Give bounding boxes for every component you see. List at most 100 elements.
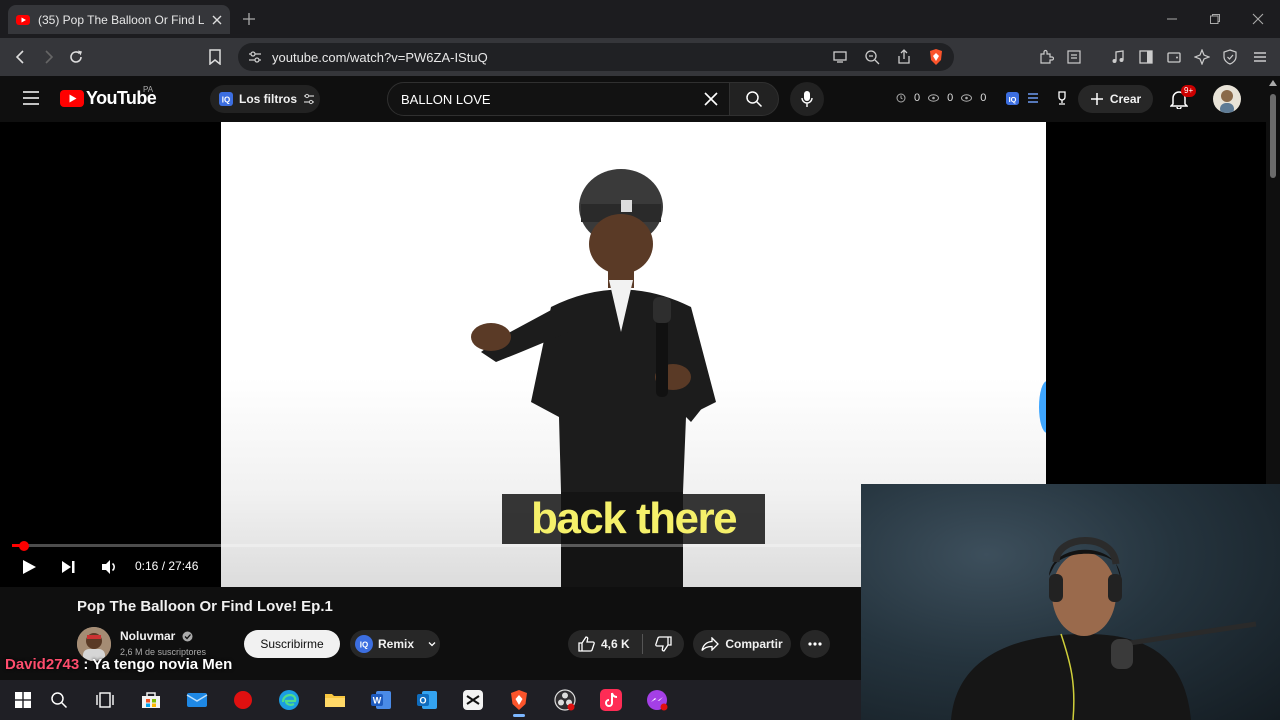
taskbar-file-explorer[interactable]: [312, 680, 358, 720]
thumbs-down-icon: [655, 636, 672, 652]
brave-shields-icon[interactable]: [928, 48, 944, 66]
account-avatar[interactable]: [1213, 85, 1241, 113]
dislike-button[interactable]: [643, 636, 684, 652]
address-bar[interactable]: youtube.com/watch?v=PW6ZA-IStuQ: [238, 43, 954, 71]
taskbar-messenger[interactable]: [634, 680, 680, 720]
taskbar-mail[interactable]: [174, 680, 220, 720]
forward-button[interactable]: [38, 47, 58, 67]
bookmark-icon[interactable]: [205, 47, 225, 67]
share-button[interactable]: Compartir: [693, 630, 791, 658]
list-icon[interactable]: [1027, 92, 1039, 104]
streamer-figure: [951, 537, 1257, 720]
taskbar-search-button[interactable]: [36, 680, 82, 720]
time-display: 0:16 / 27:46: [135, 559, 199, 573]
site-settings-icon[interactable]: [248, 50, 262, 64]
mail-icon: [186, 693, 208, 707]
webcam-overlay: [861, 484, 1280, 720]
floating-widget-edge: [1039, 381, 1046, 433]
cast-icon[interactable]: [832, 49, 848, 65]
remix-button[interactable]: IQ Remix: [350, 630, 440, 658]
like-button[interactable]: 4,6 K: [568, 636, 642, 652]
browser-tab[interactable]: (35) Pop The Balloon Or Find Lo: [8, 5, 230, 34]
play-button[interactable]: [20, 558, 38, 576]
youtube-header: YouTube PA IQ Los filtros BALLON LOVE 0 …: [0, 76, 1266, 122]
filters-button[interactable]: IQ Los filtros: [210, 85, 320, 113]
record-icon: [234, 691, 252, 709]
back-button[interactable]: [11, 47, 31, 67]
youtube-logo-icon[interactable]: [60, 90, 84, 107]
hamburger-menu-icon[interactable]: [22, 90, 40, 106]
task-view-button[interactable]: [82, 680, 128, 720]
browser-tab-title: (35) Pop The Balloon Or Find Lo: [38, 12, 204, 27]
reading-mode-icon[interactable]: [1064, 47, 1084, 67]
taskbar-capcut[interactable]: [450, 680, 496, 720]
zoom-icon[interactable]: [864, 49, 880, 65]
volume-button[interactable]: [100, 558, 118, 576]
create-button[interactable]: Crear: [1078, 85, 1153, 113]
extensions-icon[interactable]: [1036, 47, 1056, 67]
play-icon: [23, 560, 36, 574]
stat-value: 0: [980, 92, 987, 104]
task-view-icon: [96, 692, 114, 708]
svg-text:W: W: [373, 696, 382, 706]
remix-label: Remix: [378, 637, 415, 651]
stat-value: 0: [914, 92, 921, 104]
browser-tab-strip: (35) Pop The Balloon Or Find Lo: [0, 0, 1280, 38]
volume-icon: [102, 560, 115, 574]
word-icon: W: [371, 691, 391, 709]
next-button[interactable]: [60, 559, 76, 575]
new-tab-button[interactable]: [240, 10, 258, 28]
video-title: Pop The Balloon Or Find Love! Ep.1: [77, 598, 333, 615]
restore-button[interactable]: [1204, 8, 1226, 30]
close-icon[interactable]: [212, 15, 222, 25]
subscribe-button[interactable]: Suscribirme: [244, 630, 340, 658]
search-icon: [51, 692, 68, 709]
taskbar-recorder[interactable]: [220, 680, 266, 720]
close-window-button[interactable]: [1247, 8, 1269, 30]
scroll-up-icon[interactable]: [1269, 80, 1277, 86]
clock-icon: [896, 93, 906, 103]
chevron-down-icon: [427, 639, 437, 649]
menu-icon[interactable]: [1250, 47, 1270, 67]
windows-taskbar: W O: [0, 680, 861, 720]
taskbar-tiktok[interactable]: [588, 680, 634, 720]
media-icon[interactable]: [1108, 47, 1128, 67]
sidebar-icon[interactable]: [1136, 47, 1156, 67]
taskbar-word[interactable]: W: [358, 680, 404, 720]
taskbar-store[interactable]: [128, 680, 174, 720]
progress-scrubber[interactable]: [19, 541, 29, 551]
skip-next-icon: [62, 561, 75, 573]
search-query: BALLON LOVE: [401, 91, 491, 107]
microphone-icon: [800, 90, 814, 108]
share-page-icon[interactable]: [896, 49, 912, 65]
extension-iq-icon: IQ: [355, 635, 373, 653]
clear-search-icon[interactable]: [703, 91, 719, 107]
browser-toolbar: youtube.com/watch?v=PW6ZA-IStuQ: [0, 38, 1280, 76]
start-button[interactable]: [10, 680, 36, 720]
trophy-icon[interactable]: [1055, 91, 1069, 105]
taskbar-brave[interactable]: [496, 680, 542, 720]
scroll-thumb[interactable]: [1270, 94, 1276, 178]
windows-logo-icon: [15, 692, 31, 708]
voice-search-button[interactable]: [790, 82, 824, 116]
chat-username: David2743: [5, 656, 80, 673]
create-label: Crear: [1109, 92, 1142, 106]
extension-iq-icon[interactable]: IQ: [1006, 91, 1020, 105]
svg-text:O: O: [419, 696, 426, 706]
page-scrollbar[interactable]: [1266, 76, 1280, 484]
more-actions-button[interactable]: [800, 630, 830, 658]
wallet-icon[interactable]: [1164, 47, 1184, 67]
vpn-icon[interactable]: [1220, 47, 1240, 67]
stream-chat-message: David2743 : Ya tengo novia Men: [5, 656, 232, 673]
youtube-favicon-icon: [16, 14, 30, 25]
taskbar-edge[interactable]: [266, 680, 312, 720]
channel-name[interactable]: Noluvmar: [120, 629, 175, 643]
reload-button[interactable]: [66, 47, 86, 67]
minimize-button[interactable]: [1161, 8, 1183, 30]
search-button[interactable]: [729, 82, 779, 116]
taskbar-outlook[interactable]: O: [404, 680, 450, 720]
search-input[interactable]: BALLON LOVE: [387, 82, 730, 116]
taskbar-obs[interactable]: [542, 680, 588, 720]
extension-iq-icon: IQ: [219, 92, 233, 106]
leo-ai-icon[interactable]: [1192, 47, 1212, 67]
